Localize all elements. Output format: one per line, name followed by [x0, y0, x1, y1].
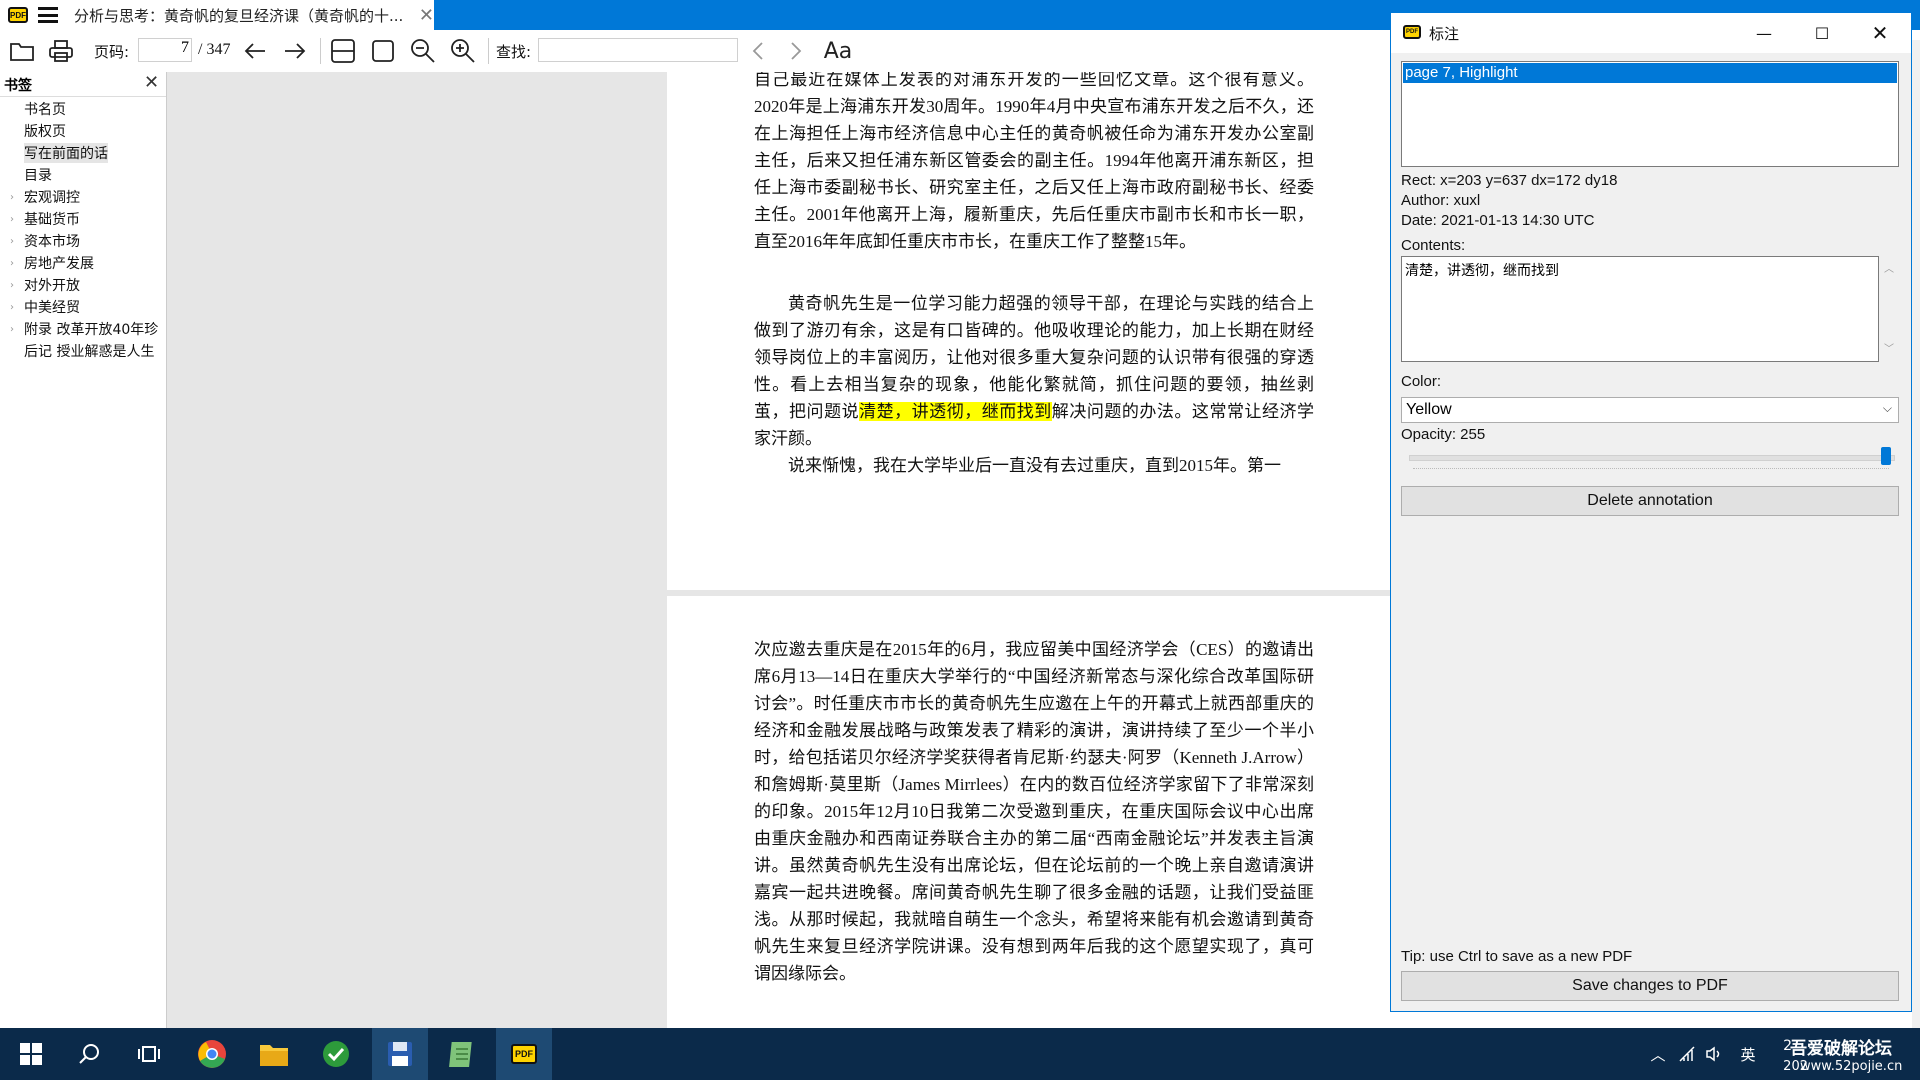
checkmark-app-icon[interactable] [310, 1028, 362, 1080]
document-tab[interactable]: PDF 分析与思考：黄奇帆的复旦经济课（黄奇帆的十... ✕ [0, 0, 434, 30]
zoom-out-icon[interactable] [408, 30, 438, 72]
bookmarks-header: 书签 ✕ [0, 72, 166, 97]
bookmark-item[interactable]: 目录 [10, 164, 52, 186]
bookmark-item[interactable]: 后记 授业解惑是人生 [10, 340, 154, 362]
file-explorer-icon[interactable] [248, 1028, 300, 1080]
paragraph: 自己最近在媒体上发表的对浦东开发的一些回忆文章。这个很有意义。2020年是上海浦… [754, 72, 1314, 251]
bookmark-item[interactable]: › 房地产发展 [10, 252, 94, 274]
toolbar: 页码: 7 / 347 查找: Aa [0, 30, 1390, 73]
app-logo-icon: PDF [1403, 25, 1421, 39]
bookmark-item[interactable]: 版权页 [10, 120, 66, 142]
page-number-input[interactable]: 7 [138, 38, 192, 62]
find-input[interactable] [538, 38, 738, 62]
color-label: Color: [1401, 373, 1442, 390]
ime-indicator[interactable]: 英 [1736, 1028, 1760, 1080]
tab-title: 分析与思考：黄奇帆的复旦经济课（黄奇帆的十... [73, 6, 404, 25]
expand-arrow-icon[interactable]: › [10, 258, 24, 269]
bookmark-item[interactable]: › 基础货币 [10, 208, 80, 230]
toolbar-divider [488, 38, 489, 64]
bookmark-item[interactable]: › 宏观调控 [10, 186, 80, 208]
page-label: 页码: [94, 42, 130, 61]
dialog-title-bar: PDF 标注 — ☐ ✕ [1391, 13, 1911, 53]
app-logo-icon: PDF [8, 7, 28, 23]
paragraph: 说来惭愧，我在大学毕业后一直没有去过重庆，直到2015年。第一 [788, 456, 1281, 475]
paragraph: 黄奇帆先生是一位学习能力超强的领导干部，在理论与实践的结合上做到了游刃有余，这是… [754, 294, 1315, 448]
delete-annotation-button[interactable]: Delete annotation [1401, 486, 1899, 516]
toolbar-divider [320, 38, 321, 64]
annotation-rect: Rect: x=203 y=637 dx=172 dy18 [1401, 172, 1618, 189]
bookmark-item-selected[interactable]: 写在前面的话 [10, 142, 108, 164]
annotation-date: Date: 2021-01-13 14:30 UTC [1401, 212, 1595, 229]
highlight-annotation[interactable]: 清楚，讲透彻，继而找到 [859, 402, 1052, 421]
scroll-up-icon[interactable]: ︿ [1884, 260, 1894, 275]
contents-scrollbar[interactable]: ︿ ﹀ [1879, 256, 1899, 362]
scroll-down-icon[interactable]: ﹀ [1884, 340, 1894, 355]
bookmark-item[interactable]: › 中美经贸 [10, 296, 80, 318]
volume-icon[interactable] [1702, 1028, 1726, 1080]
font-settings-icon[interactable]: Aa [822, 30, 854, 72]
next-page-icon[interactable] [280, 30, 310, 72]
pdf-page: 次应邀去重庆是在2015年的6月，我应留美中国经济学会（CES）的邀请出席6月1… [667, 596, 1390, 1028]
network-icon[interactable] [1676, 1028, 1700, 1080]
print-icon[interactable] [46, 30, 76, 72]
prev-page-icon[interactable] [240, 30, 270, 72]
expand-arrow-icon[interactable]: › [10, 324, 24, 335]
chrome-icon[interactable] [186, 1028, 238, 1080]
annotation-list-item[interactable]: page 7, Highlight [1403, 63, 1897, 83]
fit-width-icon[interactable] [328, 30, 358, 72]
bookmark-item[interactable]: › 资本市场 [10, 230, 80, 252]
bookmarks-panel: 书签 ✕ 书名页 版权页 写在前面的话 目录 › 宏观调控 › 基础货币 › 资本市场… [0, 72, 167, 1028]
find-prev-icon[interactable] [744, 30, 772, 72]
color-select[interactable]: Yellow ⌵ [1401, 397, 1899, 423]
zoom-in-icon[interactable] [448, 30, 478, 72]
bookmarks-close-icon[interactable]: ✕ [144, 72, 159, 93]
save-tip: Tip: use Ctrl to save as a new PDF [1401, 948, 1633, 965]
dialog-title: 标注 [1429, 25, 1460, 43]
menu-icon[interactable] [38, 7, 58, 23]
page-total: / 347 [198, 41, 231, 58]
annotation-list[interactable]: page 7, Highlight [1401, 61, 1899, 167]
search-icon[interactable] [64, 1028, 114, 1080]
pdf-reader-app-icon[interactable]: PDF [496, 1028, 552, 1080]
contents-label: Contents: [1401, 237, 1466, 254]
task-view-icon[interactable] [124, 1028, 174, 1080]
annotation-author: Author: xuxl [1401, 192, 1481, 209]
open-folder-icon[interactable] [8, 30, 36, 72]
opacity-label: Opacity: 255 [1401, 426, 1486, 443]
bookmark-item[interactable]: › 附录 改革开放40年珍 [10, 318, 158, 340]
find-label: 查找: [496, 42, 532, 61]
save-changes-button[interactable]: Save changes to PDF [1401, 971, 1899, 1001]
find-next-icon[interactable] [782, 30, 810, 72]
chevron-down-icon: ⌵ [1882, 401, 1892, 415]
start-icon[interactable] [6, 1028, 56, 1080]
opacity-slider-thumb[interactable] [1881, 447, 1891, 465]
annotation-dialog: PDF 标注 — ☐ ✕ page 7, Highlight Rect: x=2… [1390, 12, 1912, 1012]
opacity-slider-ticks [1413, 468, 1889, 471]
fit-page-icon[interactable] [368, 30, 398, 72]
chevron-up-icon[interactable]: ︿ [1646, 1028, 1670, 1080]
expand-arrow-icon[interactable]: › [10, 192, 24, 203]
expand-arrow-icon[interactable]: › [10, 302, 24, 313]
tab-close-icon[interactable]: ✕ [419, 5, 434, 26]
bookmark-item[interactable]: › 对外开放 [10, 274, 80, 296]
bookmarks-title: 书签 [4, 78, 32, 94]
paragraph: 次应邀去重庆是在2015年的6月，我应留美中国经济学会（CES）的邀请出席6月1… [754, 640, 1314, 983]
minimize-icon[interactable]: — [1735, 13, 1793, 53]
document-view[interactable]: 自己最近在媒体上发表的对浦东开发的一些回忆文章。这个很有意义。2020年是上海浦… [167, 72, 1390, 1028]
close-icon[interactable]: ✕ [1851, 13, 1909, 53]
bookmark-item[interactable]: 书名页 [10, 98, 66, 120]
maximize-icon[interactable]: ☐ [1793, 13, 1851, 53]
save-disk-app-icon[interactable] [372, 1028, 428, 1080]
document-scrollbar[interactable] [1912, 40, 1920, 1028]
watermark-url: www.52pojie.cn [1800, 1058, 1903, 1074]
expand-arrow-icon[interactable]: › [10, 214, 24, 225]
notepad-app-icon[interactable] [436, 1028, 488, 1080]
opacity-slider-track[interactable] [1409, 455, 1895, 461]
expand-arrow-icon[interactable]: › [10, 280, 24, 291]
pdf-page: 自己最近在媒体上发表的对浦东开发的一些回忆文章。这个很有意义。2020年是上海浦… [667, 72, 1390, 590]
taskbar: PDF ︿ 英 2 202 吾爱破解论坛 www.52pojie.cn [0, 1028, 1920, 1080]
expand-arrow-icon[interactable]: › [10, 236, 24, 247]
contents-textarea[interactable]: 清楚，讲透彻，继而找到 [1401, 256, 1879, 362]
